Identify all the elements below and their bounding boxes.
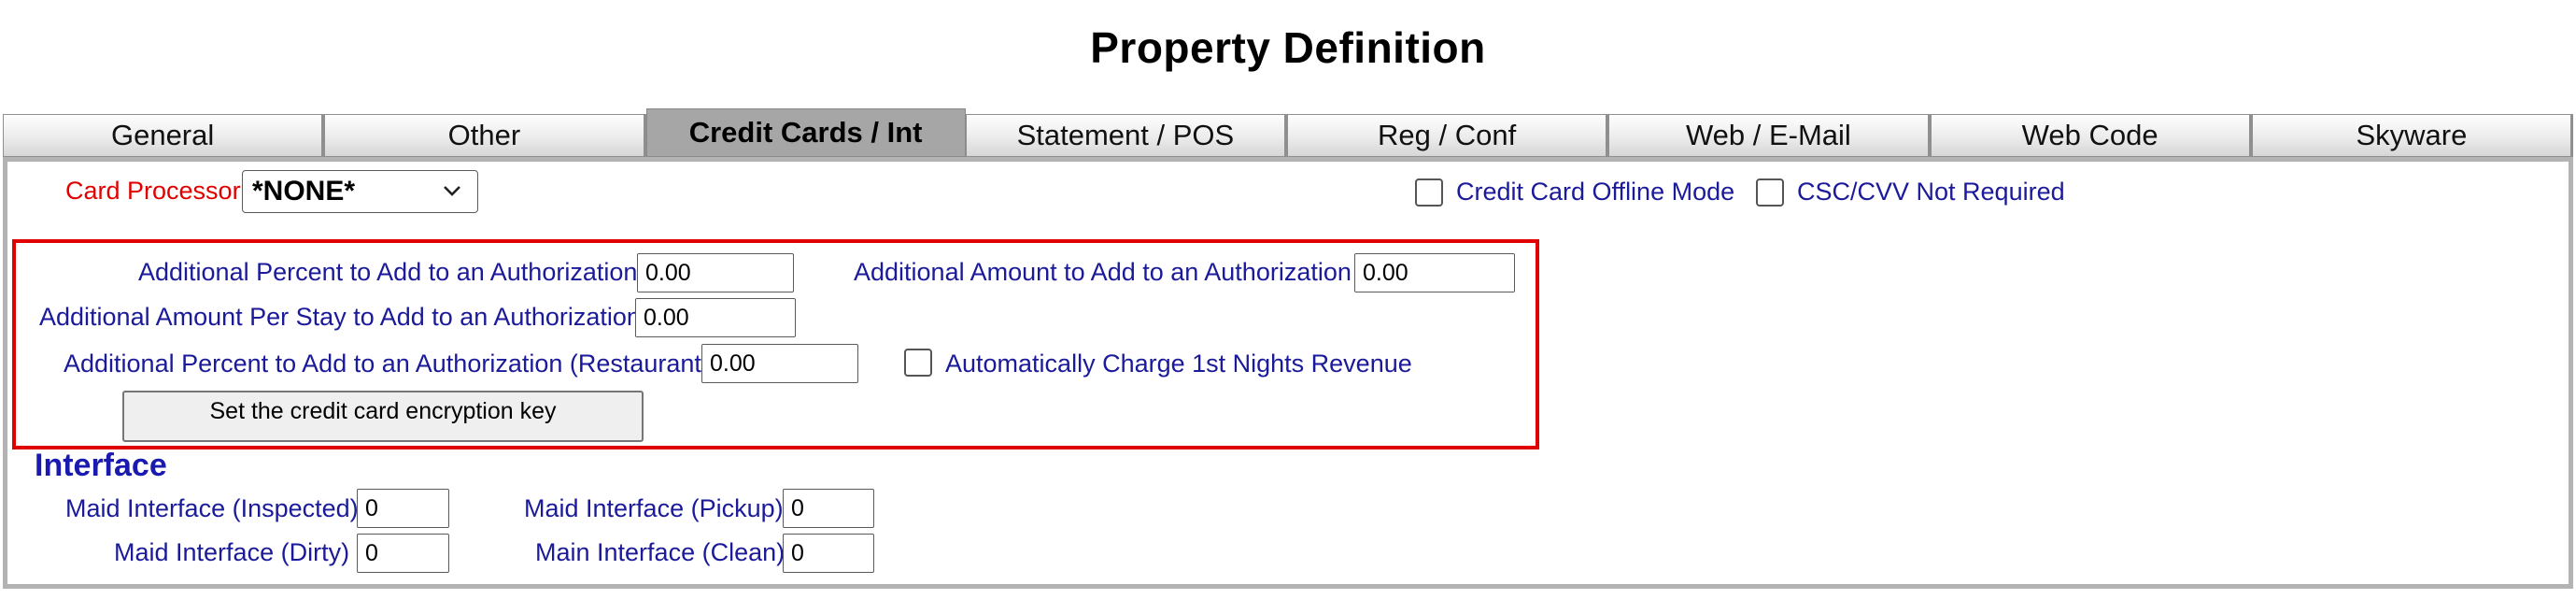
main-clean-label: Main Interface (Clean)	[535, 538, 786, 566]
card-processor-value: *NONE*	[252, 176, 356, 207]
auto-charge-checkbox[interactable]	[904, 349, 932, 377]
tab-web-code[interactable]: Web Code	[1930, 114, 2252, 157]
auto-charge-label: Automatically Charge 1st Nights Revenue	[945, 349, 1412, 378]
amount-per-stay-input[interactable]	[635, 298, 796, 337]
additional-amount-label: Additional Amount to Add to an Authoriza…	[854, 258, 1352, 286]
additional-amount-input[interactable]	[1354, 253, 1515, 292]
chevron-down-icon	[444, 186, 460, 196]
tab-credit-cards-int[interactable]: Credit Cards / Int	[645, 108, 966, 157]
maid-pickup-input[interactable]	[783, 489, 874, 528]
page-title: Property Definition	[1090, 23, 1486, 72]
card-processor-label: Card Processor	[65, 177, 241, 205]
tab-bar: General Other Credit Cards / Int Stateme…	[3, 108, 2573, 157]
card-processor-select[interactable]: *NONE*	[242, 170, 478, 213]
restaurant-percent-input[interactable]	[701, 344, 858, 383]
tab-statement-pos[interactable]: Statement / POS	[965, 114, 1287, 157]
tab-other[interactable]: Other	[324, 114, 646, 157]
maid-inspected-input[interactable]	[357, 489, 449, 528]
tab-skyware[interactable]: Skyware	[2251, 114, 2573, 157]
cvv-not-required-checkbox[interactable]	[1756, 178, 1784, 207]
maid-inspected-label: Maid Interface (Inspected)	[65, 494, 359, 522]
maid-pickup-label: Maid Interface (Pickup)	[524, 494, 784, 522]
amount-per-stay-label: Additional Amount Per Stay to Add to an …	[39, 303, 641, 331]
main-clean-input[interactable]	[783, 534, 874, 573]
maid-dirty-input[interactable]	[357, 534, 449, 573]
tab-web-email[interactable]: Web / E-Mail	[1608, 114, 1931, 157]
cvv-not-required-label: CSC/CVV Not Required	[1797, 178, 2065, 206]
tab-reg-conf[interactable]: Reg / Conf	[1287, 114, 1609, 157]
additional-percent-label: Additional Percent to Add to an Authoriz…	[138, 258, 638, 286]
offline-mode-label: Credit Card Offline Mode	[1456, 178, 1735, 206]
set-encryption-key-button[interactable]: Set the credit card encryption key	[122, 391, 644, 442]
offline-mode-checkbox[interactable]	[1415, 178, 1443, 207]
interface-section-title: Interface	[35, 448, 167, 483]
additional-percent-input[interactable]	[637, 253, 794, 292]
maid-dirty-label: Maid Interface (Dirty)	[114, 538, 350, 566]
tab-general[interactable]: General	[3, 114, 325, 157]
restaurant-percent-label: Additional Percent to Add to an Authoriz…	[64, 349, 710, 378]
